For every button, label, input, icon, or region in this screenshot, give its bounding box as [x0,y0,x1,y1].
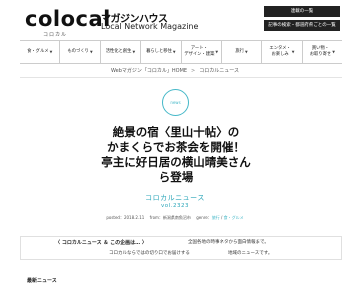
article-meta: posted：2018.2.11 from：新潟県南魚沼市 genre：旅行 /… [106,215,244,220]
divider [20,77,342,78]
series-intro-title: 〈 コロカルニュース ＆ この企画は… 〉 [55,240,147,246]
article-search-button[interactable]: 記事の検索・都道府県ごとの一覧 [264,20,340,31]
series-intro-desc-2: 地域のニュースです。 [228,251,273,256]
chevron-down-icon: ▼ [332,50,335,54]
chevron-down-icon: ▼ [132,50,136,54]
colocal-logo[interactable]: colocal [25,8,111,30]
breadcrumb: Webマガジン「コロカル」HOME > コロカルニュース [0,67,350,74]
posted-date: 2018.2.11 [123,215,145,220]
news-badge: news [162,89,189,116]
category-nav: 食・グルメ ▼ ものづくり ▼ 活性化と創生 ▼ 暮らしと移住 ▼ アート・ デザイン・… [20,40,342,64]
series-volume: vol.2323 [161,203,189,209]
chevron-down-icon: ▼ [291,50,295,54]
series-list-button[interactable]: 連載の一覧 [264,6,340,17]
series-name[interactable]: コロカルニュース [0,193,350,203]
breadcrumb-current[interactable]: コロカルニュース [199,68,239,74]
nav-item-travel[interactable]: 旅行 ▼ [220,41,261,63]
nav-item-food[interactable]: 食・グルメ ▼ [20,41,59,63]
breadcrumb-home-link[interactable]: Webマガジン「コロカル」HOME [111,68,187,74]
breadcrumb-separator: > [191,68,196,74]
article-title-text: 絶景の宿〈里山十帖〉の かまくらでお茶会を開催！ 亭主に好日居の横山晴美さん ら… [101,125,251,184]
genre-link-food[interactable]: 食・グルメ [224,215,244,220]
chevron-down-icon: ▼ [245,50,248,54]
series-intro-sub: コロカルならではの切り口でお届けする [109,251,190,256]
nav-item-living[interactable]: 暮らしと移住 ▼ [140,41,180,63]
nav-item-entertainment[interactable]: エンタメ・ お楽しみ ▼ [261,41,301,63]
series-intro-desc-1: 全国各地の時事ネタから面白情報まで。 [188,240,269,245]
latest-news-heading: 最新ニュース [27,278,57,284]
article-title: 絶景の宿〈里山十帖〉の かまくらでお茶会を開催！ 亭主に好日居の横山晴美さん ら… [90,125,262,185]
chevron-down-icon: ▼ [49,50,53,54]
brand-tagline: Local Network Magazine [101,22,199,31]
chevron-down-icon: ▼ [172,50,176,54]
nav-item-revitalization[interactable]: 活性化と創生 ▼ [99,41,140,63]
colocal-logo-sub: コロカル [43,32,68,38]
chevron-down-icon: ▼ [215,50,219,54]
from-location: 新潟県南魚沼市 [162,215,191,220]
nav-item-crafts[interactable]: ものづくり ▼ [59,41,99,63]
chevron-down-icon: ▼ [89,50,93,54]
series-intro-box: 〈 コロカルニュース ＆ この企画は… 〉 コロカルならではの切り口でお届けする… [20,236,342,260]
nav-item-art-design[interactable]: アート・ デザイン・建築 ▼ [180,41,221,63]
nav-item-shopping[interactable]: 買い物・ お取り寄せ ▼ [301,41,342,63]
genre-link-travel[interactable]: 旅行 [212,215,220,220]
